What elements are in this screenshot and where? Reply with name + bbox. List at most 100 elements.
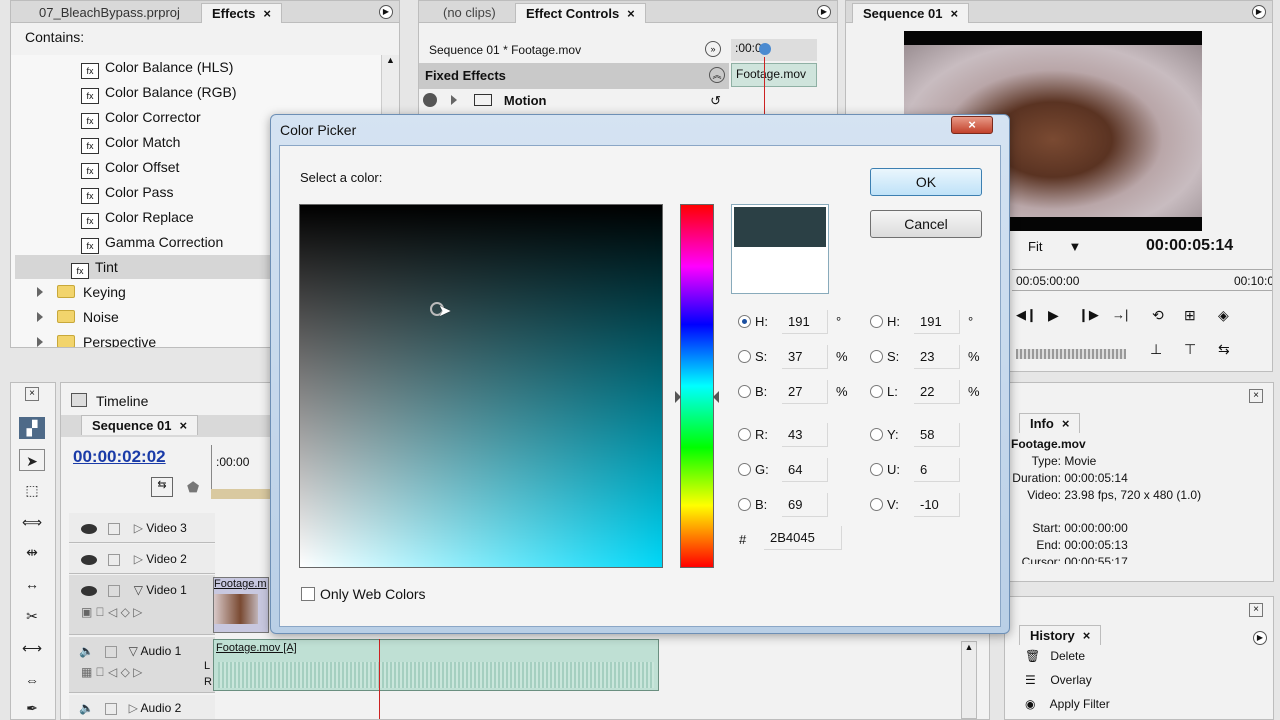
tab-effect-controls[interactable]: Effect Controls × (515, 3, 646, 23)
close-icon[interactable]: × (1083, 628, 1091, 643)
trim-icon[interactable]: ⇆ (1218, 341, 1230, 358)
left-field-row[interactable]: B: 69 (738, 493, 858, 517)
track-video-1[interactable]: ▽ Video 1 ▣ ⃠ ◁ ◇ ▷ (69, 575, 215, 635)
track-audio-2[interactable]: 🔈 ▷ Audio 2 (69, 695, 215, 719)
radio-button[interactable] (870, 463, 883, 476)
radio-button[interactable] (738, 428, 751, 441)
close-icon[interactable]: × (1062, 416, 1070, 431)
left-field-row[interactable]: H: 191 ° (738, 310, 858, 334)
effect-item[interactable]: fx Color Replace (81, 205, 194, 229)
timeline-ruler[interactable]: :00:00 (211, 445, 271, 495)
close-icon[interactable]: × (180, 418, 188, 433)
track-select-icon[interactable]: ⬚ (19, 479, 45, 501)
rolling-edit-icon[interactable]: ⇹ (19, 541, 45, 563)
work-area-bar[interactable] (211, 489, 271, 499)
effect-item[interactable]: fx Color Match (81, 130, 180, 154)
left-field-row[interactable]: B: 27% (738, 380, 858, 404)
right-field-row[interactable]: V: -10 (870, 493, 990, 517)
step-forward-icon[interactable]: ❙▶ (1078, 307, 1099, 323)
close-icon[interactable]: × (627, 6, 635, 21)
tab-sequence-01[interactable]: Sequence 01 × (81, 415, 199, 435)
lock-box-icon[interactable] (105, 702, 118, 715)
panel-menu-icon[interactable]: ▶ (379, 5, 393, 19)
radio-button[interactable] (738, 350, 751, 363)
rate-stretch-icon[interactable]: ↔ (19, 573, 45, 595)
chevron-down-icon[interactable]: ▽ (129, 644, 138, 658)
slide-icon[interactable]: ⇔ (19, 669, 45, 691)
track-video-3[interactable]: ▷ Video 3 (69, 513, 215, 543)
chevron-right-icon[interactable]: ▷ (134, 521, 143, 535)
field-value[interactable]: 23 (914, 345, 960, 369)
chevron-right-icon[interactable]: ▷ (134, 552, 143, 566)
field-value[interactable]: 191 (914, 310, 960, 334)
radio-button[interactable] (738, 463, 751, 476)
effect-item[interactable]: fx Color Pass (81, 180, 173, 204)
chevron-right-icon[interactable]: ▷ (129, 701, 138, 715)
radio-button[interactable] (870, 315, 883, 328)
color-field[interactable]: ➤ (299, 204, 663, 568)
step-back-icon[interactable]: ◀❙ (1016, 307, 1037, 323)
selection-tool-icon[interactable]: ➤ (19, 449, 45, 471)
video-clip[interactable]: Footage.m (213, 577, 269, 633)
close-icon[interactable]: × (951, 6, 959, 21)
close-icon[interactable]: × (25, 387, 39, 401)
history-item[interactable]: 🗑 Delete (1025, 649, 1085, 663)
radio-button[interactable] (870, 385, 883, 398)
ripple-edit-icon[interactable]: ⟺ (19, 511, 45, 533)
effect-item[interactable]: fx Gamma Correction (81, 230, 223, 254)
ripple-tool-icon[interactable]: ▞ (19, 417, 45, 439)
field-value[interactable]: 27 (782, 380, 828, 404)
history-item[interactable]: ◉ Apply Filter (1025, 697, 1110, 711)
panel-menu-icon[interactable]: ▶ (1253, 631, 1267, 645)
expand-icon[interactable]: » (705, 41, 721, 57)
loop-icon[interactable]: ⟲ (1152, 307, 1164, 324)
speaker-icon[interactable]: 🔈 (79, 644, 94, 658)
only-web-colors-checkbox[interactable]: Only Web Colors (301, 586, 426, 602)
timeline-timecode[interactable]: 00:00:02:02 (73, 447, 166, 467)
right-field-row[interactable]: Y: 58 (870, 423, 990, 447)
fx-toggle-icon[interactable] (423, 93, 437, 107)
lift-icon[interactable]: ⊥ (1150, 341, 1162, 358)
right-field-row[interactable]: U: 6 (870, 458, 990, 482)
left-field-row[interactable]: S: 37% (738, 345, 858, 369)
extract-icon[interactable]: ⊤ (1184, 341, 1196, 358)
eye-icon[interactable] (81, 585, 97, 596)
right-field-row[interactable]: L: 22% (870, 380, 990, 404)
pen-icon[interactable]: ✒ (19, 697, 45, 719)
chevron-right-icon[interactable] (37, 312, 43, 322)
panel-menu-icon[interactable]: ▶ (1252, 5, 1266, 19)
radio-button[interactable] (870, 428, 883, 441)
radio-button[interactable] (738, 498, 751, 511)
close-button[interactable]: × (951, 116, 993, 134)
motion-row[interactable]: Motion ↺ (423, 93, 727, 113)
marker-icon[interactable]: ⬟ (187, 479, 199, 496)
track-video-2[interactable]: ▷ Video 2 (69, 544, 215, 574)
audio-clip[interactable]: Footage.mov [A] L R (204, 639, 659, 691)
speaker-icon[interactable]: 🔈 (79, 701, 94, 715)
snap-icon[interactable]: ⇆ (151, 477, 173, 497)
go-to-out-icon[interactable]: →| (1112, 307, 1128, 322)
play-icon[interactable]: ▶ (1048, 307, 1059, 324)
chevron-right-icon[interactable] (37, 287, 43, 297)
timeline-scrollbar[interactable]: ▲ (961, 641, 977, 719)
lock-box-icon[interactable] (108, 522, 121, 535)
razor-icon[interactable]: ✂ (19, 605, 45, 627)
tab-info[interactable]: Info × (1019, 413, 1081, 433)
right-field-row[interactable]: H: 191 ° (870, 310, 990, 334)
eye-icon[interactable] (81, 554, 97, 565)
close-icon[interactable]: × (263, 6, 271, 21)
fit-dropdown[interactable]: Fit ▼ (1028, 239, 1081, 254)
effect-item[interactable]: fx Color Balance (RGB) (81, 80, 237, 104)
jog-shuttle[interactable] (1016, 349, 1126, 359)
chevron-right-icon[interactable] (37, 337, 43, 347)
field-value[interactable]: 58 (914, 423, 960, 447)
radio-button[interactable] (870, 350, 883, 363)
playhead-icon[interactable] (759, 43, 771, 55)
field-value[interactable]: 37 (782, 345, 828, 369)
output-icon[interactable]: ◈ (1218, 307, 1229, 324)
effect-folder[interactable]: Perspective (37, 330, 156, 347)
tab-history[interactable]: History × (1019, 625, 1102, 645)
slip-icon[interactable]: ⟷ (19, 637, 45, 659)
hue-slider-right-arrow[interactable] (713, 391, 719, 403)
effect-item[interactable]: fx Color Offset (81, 155, 179, 179)
